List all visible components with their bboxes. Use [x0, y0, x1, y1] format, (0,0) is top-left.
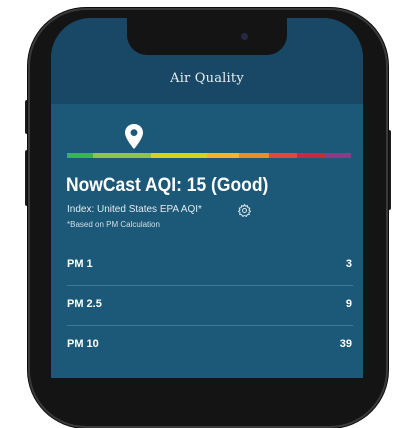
measurement-label: PM 10 — [67, 338, 99, 350]
aqi-index-label: Index: United States EPA AQI* — [67, 204, 202, 215]
measurement-value: 39 — [339, 338, 352, 350]
scale-segment — [325, 153, 351, 158]
measurement-row-pm10[interactable]: PM 10 39 — [51, 325, 363, 365]
gear-icon[interactable] — [237, 203, 252, 218]
location-pin-icon — [125, 124, 143, 149]
scale-segment — [297, 153, 325, 158]
aqi-headline: NowCast AQI: 15 (Good) — [66, 175, 269, 196]
scale-segment — [93, 153, 151, 158]
measurement-row-pm1[interactable]: PM 1 3 — [51, 245, 363, 285]
measurement-value: 3 — [345, 258, 352, 270]
measurement-value: 9 — [345, 298, 352, 310]
scale-segment — [67, 153, 93, 158]
scale-segment — [151, 153, 207, 158]
front-camera — [241, 33, 248, 40]
app-screen: Air Quality NowCast AQI: 15 (Good) Index… — [51, 18, 363, 378]
measurement-label: PM 2.5 — [67, 298, 102, 310]
aqi-color-scale — [67, 153, 351, 158]
scale-segment — [207, 153, 239, 158]
measurement-label: PM 1 — [67, 258, 93, 270]
phone-notch — [127, 18, 287, 55]
scale-segment — [239, 153, 269, 158]
aqi-footnote: *Based on PM Calculation — [67, 220, 160, 229]
measurement-row-pm25[interactable]: PM 2.5 9 — [51, 285, 363, 325]
scale-segment — [269, 153, 297, 158]
page-title: Air Quality — [170, 71, 244, 86]
